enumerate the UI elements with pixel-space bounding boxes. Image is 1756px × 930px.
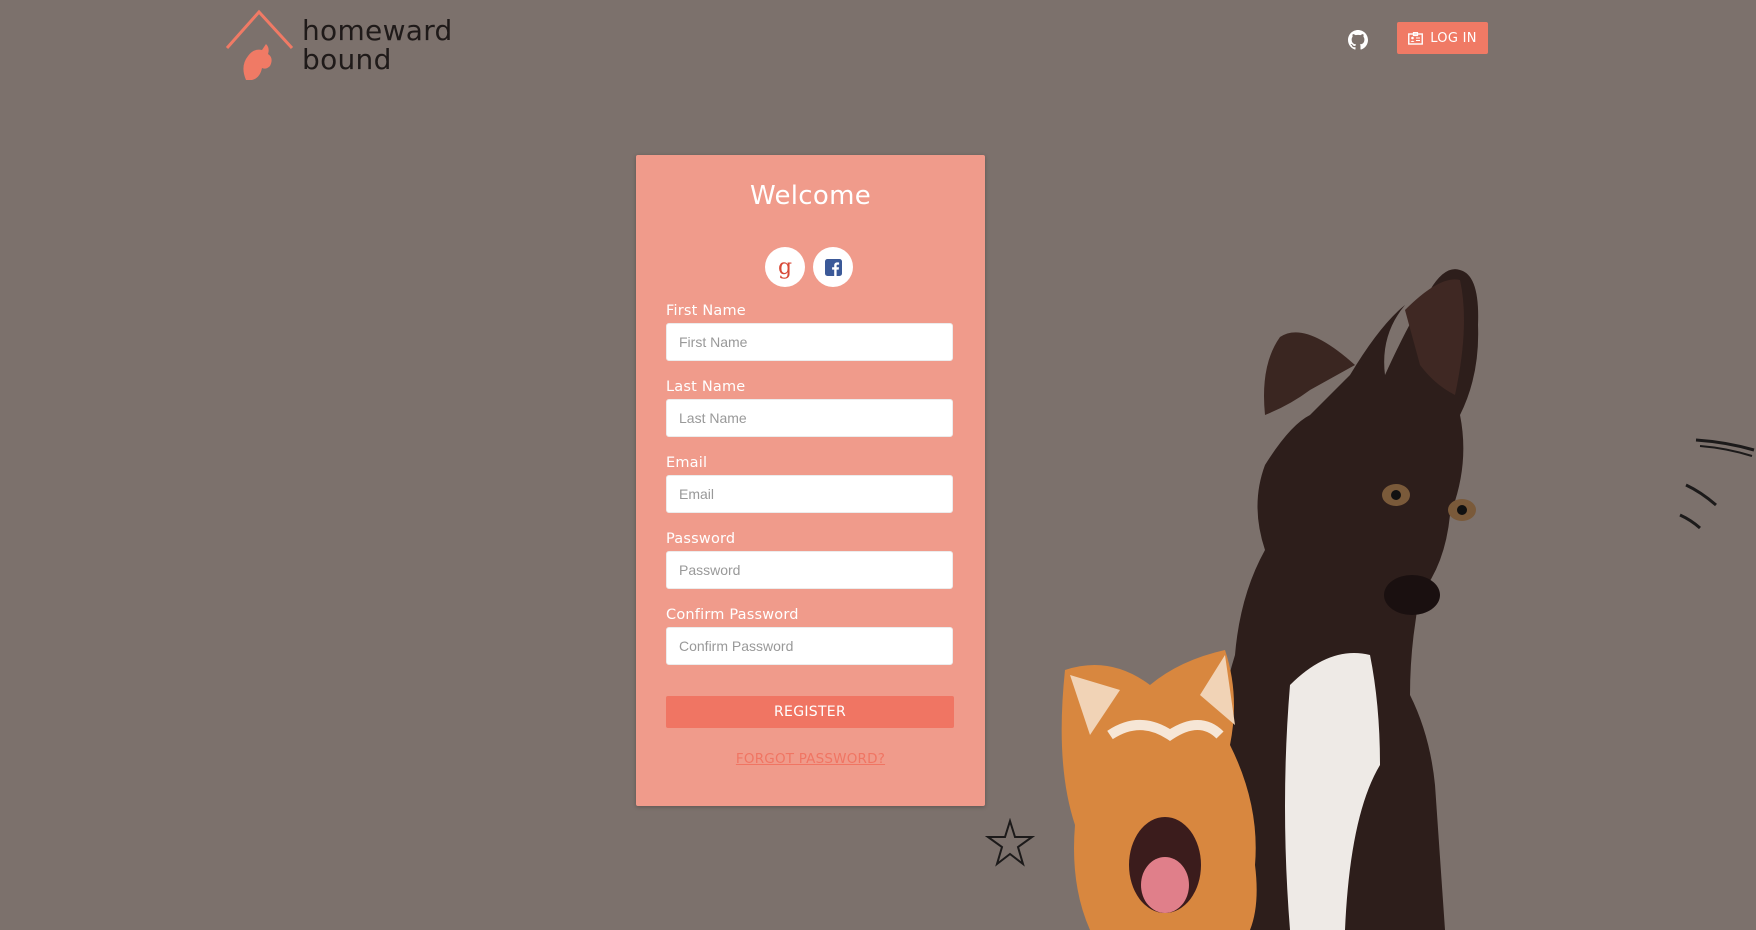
google-login-button[interactable]: g (765, 247, 805, 287)
github-link[interactable] (1348, 30, 1368, 50)
dog-illustration (1220, 269, 1479, 930)
last-name-label: Last Name (666, 379, 746, 395)
login-label: LOG IN (1430, 30, 1477, 46)
facebook-icon (824, 258, 842, 276)
register-button[interactable]: REGISTER (666, 696, 954, 728)
star-doodle-icon (985, 818, 1035, 867)
github-icon (1348, 30, 1368, 50)
kitten-illustration (1061, 650, 1257, 930)
password-label: Password (666, 531, 736, 547)
homeward-bound-logo[interactable]: homeward bound (224, 8, 464, 83)
logo-text-line1: homeward (302, 14, 453, 47)
facebook-login-button[interactable] (813, 247, 853, 287)
first-name-input[interactable] (666, 323, 953, 361)
login-button[interactable]: LOG IN (1397, 22, 1488, 54)
id-card-icon (1408, 31, 1424, 45)
forgot-password-link[interactable]: FORGOT PASSWORD? (636, 751, 985, 767)
email-input[interactable] (666, 475, 953, 513)
confirm-password-input[interactable] (666, 627, 953, 665)
first-name-label: First Name (666, 303, 746, 319)
google-icon: g (777, 254, 793, 280)
confirm-password-label: Confirm Password (666, 607, 799, 623)
dog-and-kitten-image (1061, 269, 1479, 930)
last-name-input[interactable] (666, 399, 953, 437)
password-input[interactable] (666, 551, 953, 589)
house-dog-logo-icon (225, 9, 294, 80)
scratch-marks-icon (1679, 438, 1755, 530)
logo-text: homeward bound (302, 16, 453, 74)
register-label: REGISTER (774, 704, 846, 720)
email-label: Email (666, 455, 708, 471)
register-card: Welcome g First Name Last Name Email Pas… (636, 155, 985, 806)
logo-text-line2: bound (302, 43, 392, 76)
card-title: Welcome (749, 181, 872, 211)
